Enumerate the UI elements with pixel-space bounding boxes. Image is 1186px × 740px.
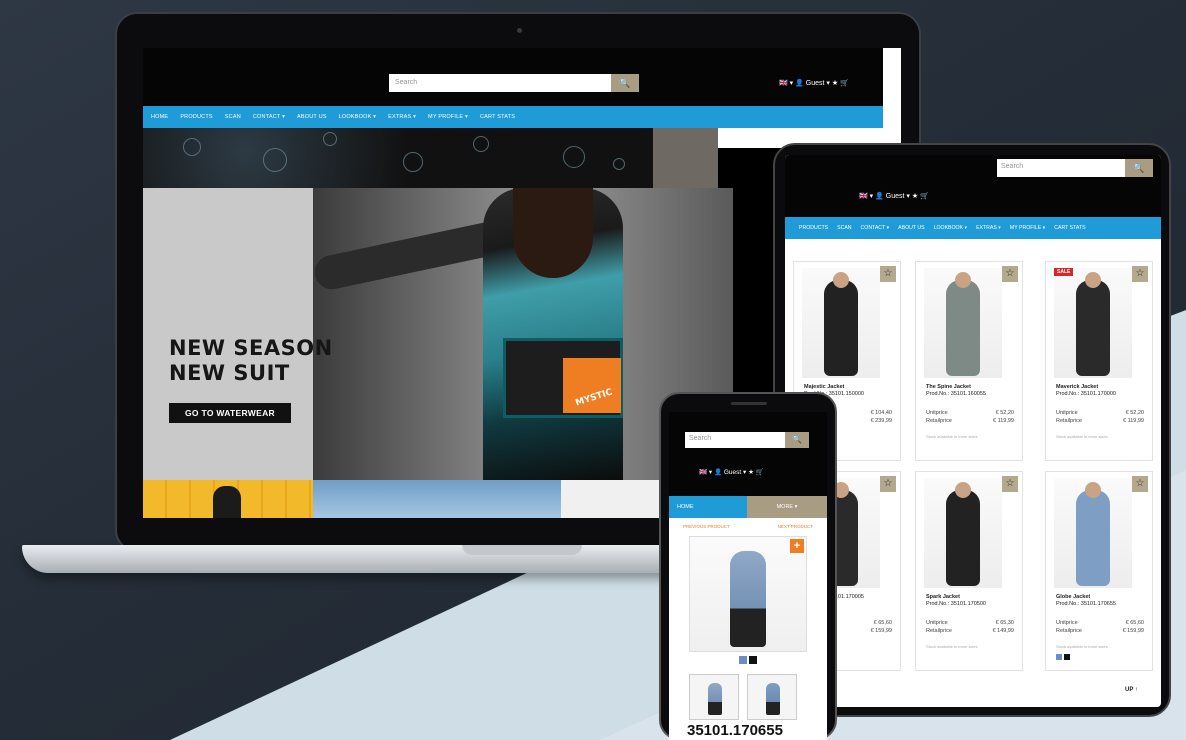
color-swatch-blue[interactable] [739, 656, 747, 664]
phone-speaker [731, 402, 767, 405]
color-swatch-blue[interactable] [1056, 654, 1062, 660]
product-pager: PREVIOUS PRODUCT NEXT PRODUCT [683, 524, 813, 529]
color-swatch-black[interactable] [1064, 654, 1070, 660]
main-nav: HOME PRODUCTS SCAN CONTACT ▾ ABOUT US LOOKBOO… [143, 106, 883, 128]
product-prices: Unitprice € 52,20 Retailprice € 119,99 [926, 410, 1014, 424]
tablet-nav-item[interactable]: CONTACT ▾ [861, 225, 890, 231]
product-card[interactable]: ☆ The Spine Jacket Prod.No.: 35101.160055 U… [915, 261, 1023, 461]
product-card[interactable]: SALE ☆ Maverick Jacket Prod.No.: 35101.1700… [1045, 261, 1153, 461]
laptop-nav-item[interactable]: ABOUT US [297, 114, 327, 120]
banner-tile [653, 128, 718, 188]
promo-person [213, 486, 241, 518]
site-header: Search 🔍 🇬🇧 ▾ 👤 Guest ▾ ★ 🛒 [143, 48, 901, 106]
back-to-top-link[interactable]: UP ↑ [1125, 687, 1138, 693]
laptop-nav-item[interactable]: MY PROFILE ▾ [428, 114, 468, 120]
laptop-camera [517, 28, 522, 33]
next-product-link[interactable]: NEXT PRODUCT [778, 524, 813, 529]
product-image[interactable] [924, 268, 1002, 378]
stock-note: Stock available in more sizes [926, 644, 978, 649]
favorite-star-icon[interactable]: ☆ [1002, 266, 1018, 282]
product-thumbnail[interactable] [689, 674, 739, 720]
laptop-nav-item[interactable]: LOOKBOOK ▾ [339, 114, 376, 120]
favorite-star-icon[interactable]: ☆ [1132, 476, 1148, 492]
favorite-star-icon[interactable]: ☆ [1132, 266, 1148, 282]
laptop-nav-item[interactable]: PRODUCTS [180, 114, 212, 120]
product-code: 35101.170655 [687, 722, 783, 739]
tablet-nav-item[interactable]: PRODUCTS [799, 225, 828, 231]
bubbles-banner [143, 128, 653, 188]
product-card[interactable]: ☆ Spark Jacket Prod.No.: 35101.170500 Unitp… [915, 471, 1023, 671]
product-prices: Unitprice € 65,60 Retailprice € 159,99 [1056, 620, 1144, 634]
phone-user-menu[interactable]: 🇬🇧 ▾ 👤 Guest ▾ ★ 🛒 [699, 468, 764, 476]
sale-badge: SALE [1054, 268, 1074, 276]
color-swatch-black[interactable] [749, 656, 757, 664]
product-name[interactable]: Maverick Jacket Prod.No.: 35101.170000 [1056, 384, 1116, 398]
go-to-waterwear-button[interactable]: GO TO WATERWEAR [169, 403, 291, 423]
hero-title: NEW SEASON NEW SUIT [169, 336, 333, 385]
product-name[interactable]: Spark Jacket Prod.No.: 35101.170500 [926, 594, 986, 608]
tab-home[interactable]: HOME [669, 496, 747, 518]
stock-note: Stock available in more sizes [1056, 434, 1108, 439]
stock-note: Stock available in more sizes [1056, 644, 1108, 649]
favorite-star-icon[interactable]: ☆ [1002, 476, 1018, 492]
tablet-screen: Search 🔍 🇬🇧 ▾ 👤 Guest ▾ ★ 🛒 PRODUCTS SCAN… [785, 155, 1161, 707]
favorite-star-icon[interactable]: ☆ [880, 266, 896, 282]
product-name[interactable]: Globe Jacket Prod.No.: 35101.170655 [1056, 594, 1116, 608]
previous-product-link[interactable]: PREVIOUS PRODUCT [683, 524, 730, 529]
plus-icon[interactable]: + [790, 539, 804, 553]
product-image[interactable] [1054, 478, 1132, 588]
tablet-nav-item[interactable]: EXTRAS ▾ [976, 225, 1001, 231]
search-icon: 🔍 [792, 435, 802, 444]
product-card[interactable]: ☆ Globe Jacket Prod.No.: 35101.170655 Unitp… [1045, 471, 1153, 671]
tablet-nav-item[interactable]: ABOUT US [898, 225, 924, 231]
product-image[interactable] [1054, 268, 1132, 378]
search-icon: 🔍 [619, 78, 631, 88]
tablet-search-button[interactable]: 🔍 [1125, 159, 1153, 177]
hero-panel [143, 188, 313, 480]
laptop-nav-item[interactable]: EXTRAS ▾ [388, 114, 416, 120]
tablet-nav-item[interactable]: MY PROFILE ▾ [1010, 225, 1045, 231]
product-figure [730, 551, 766, 647]
search-icon: 🔍 [1133, 163, 1145, 173]
product-main-image[interactable]: + [689, 536, 807, 652]
search-input[interactable]: Search [389, 74, 611, 92]
tablet-user-menu[interactable]: 🇬🇧 ▾ 👤 Guest ▾ ★ 🛒 [859, 192, 929, 200]
phone-header: Search 🔍 🇬🇧 ▾ 👤 Guest ▾ ★ 🛒 [669, 412, 827, 496]
phone-search-input[interactable]: Search [685, 432, 785, 448]
phone-screen: Search 🔍 🇬🇧 ▾ 👤 Guest ▾ ★ 🛒 HOME MORE ▾ … [669, 412, 827, 740]
laptop-nav-item[interactable]: HOME [151, 114, 168, 120]
tab-more[interactable]: MORE ▾ [747, 496, 827, 518]
tablet-search-input[interactable]: Search [997, 159, 1125, 177]
product-prices: Unitprice € 65,30 Retailprice € 149,99 [926, 620, 1014, 634]
product-prices: Unitprice € 52,20 Retailprice € 119,99 [1056, 410, 1144, 424]
phone-search-button[interactable]: 🔍 [785, 432, 809, 448]
phone: Search 🔍 🇬🇧 ▾ 👤 Guest ▾ ★ 🛒 HOME MORE ▾ … [659, 392, 837, 740]
laptop-nav-item[interactable]: CONTACT ▾ [253, 114, 285, 120]
product-image[interactable] [802, 268, 880, 378]
product-image[interactable] [924, 478, 1002, 588]
tablet-header: Search 🔍 🇬🇧 ▾ 👤 Guest ▾ ★ 🛒 [785, 155, 1161, 217]
product-thumbnail[interactable] [747, 674, 797, 720]
tablet-nav-item[interactable]: SCAN [837, 225, 851, 231]
user-menu[interactable]: 🇬🇧 ▾ 👤 Guest ▾ ★ 🛒 [779, 79, 849, 87]
tablet-nav-item[interactable]: LOOKBOOK ▾ [934, 225, 967, 231]
promo-tile-sky [313, 480, 561, 518]
laptop-notch [462, 545, 582, 555]
stock-note: Stock available in more sizes [926, 434, 978, 439]
search-button[interactable]: 🔍 [611, 74, 639, 92]
laptop-nav-item[interactable]: CART STATS [480, 114, 515, 120]
tablet-nav-item[interactable]: CART STATS [1054, 225, 1085, 231]
tablet-nav: PRODUCTS SCAN CONTACT ▾ ABOUT US LOOKBOOK ▾ E… [785, 217, 1161, 239]
product-name[interactable]: The Spine Jacket Prod.No.: 35101.160055 [926, 384, 986, 398]
favorite-star-icon[interactable]: ☆ [880, 476, 896, 492]
laptop-nav-item[interactable]: SCAN [225, 114, 241, 120]
